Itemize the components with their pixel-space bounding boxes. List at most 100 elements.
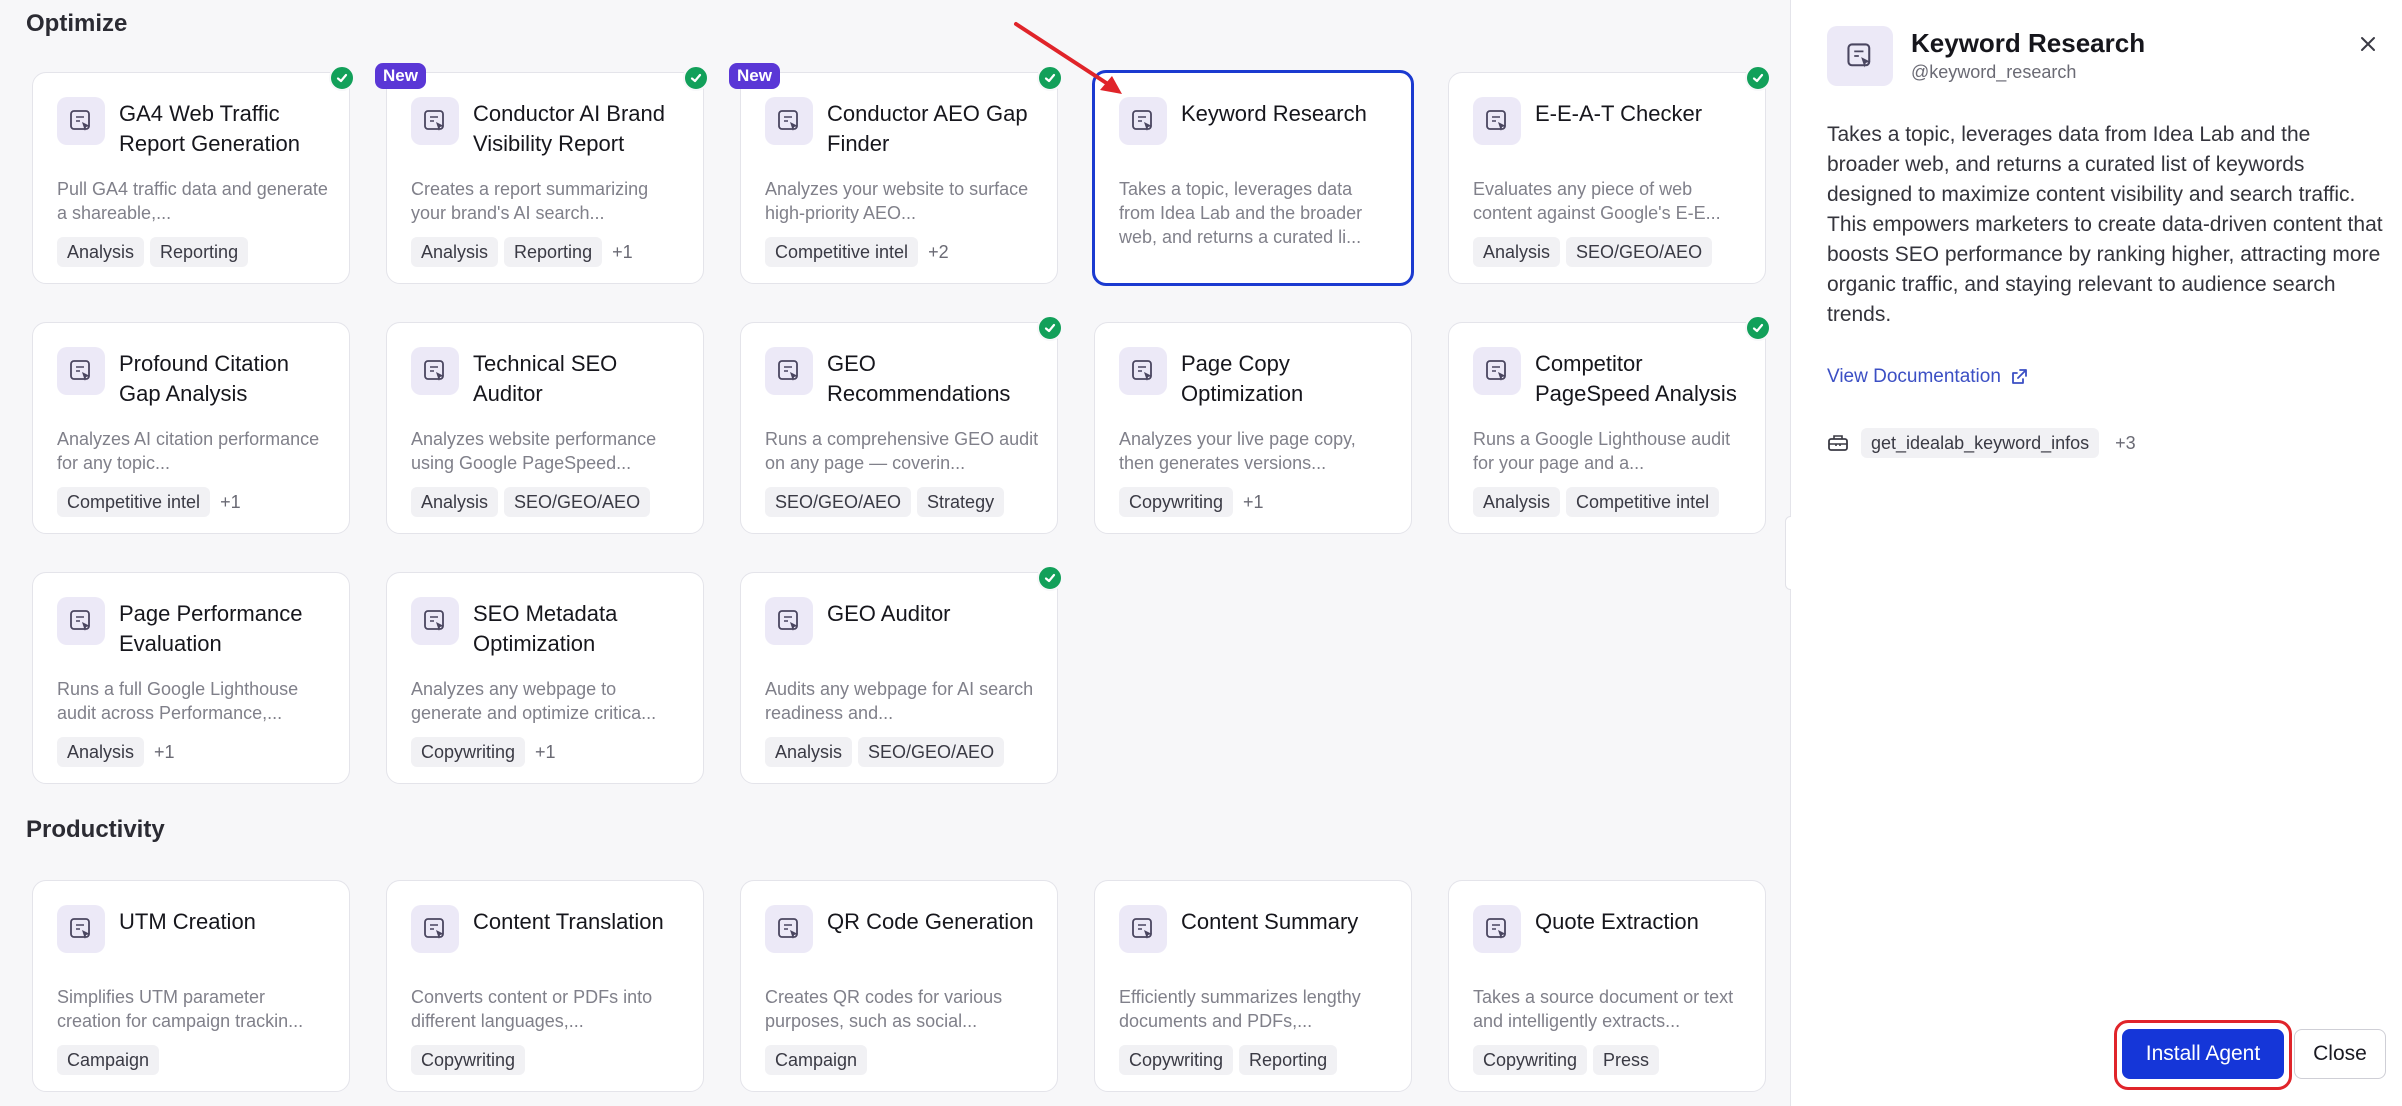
installed-check-icon bbox=[1745, 65, 1771, 91]
agent-detail-panel: Keyword Research @keyword_research Takes… bbox=[1791, 0, 2402, 1106]
agent-card-profound[interactable]: Profound Citation Gap Analysis Analyzes … bbox=[32, 322, 350, 534]
panel-title: Keyword Research bbox=[1911, 28, 2146, 58]
tag-more-count: +1 bbox=[1243, 491, 1264, 512]
agent-catalog: Optimize GA4 Web Traffic Report Generati… bbox=[0, 0, 1790, 1106]
new-badge: New bbox=[375, 63, 426, 89]
agent-tags: Analysis Reporting +1 bbox=[411, 237, 633, 267]
agent-card-ga4[interactable]: GA4 Web Traffic Report Generation Pull G… bbox=[32, 65, 355, 284]
agent-tags: Copywriting +1 bbox=[411, 737, 556, 767]
agent-card-page-performance[interactable]: Page Performance Evaluation Runs a full … bbox=[32, 572, 350, 784]
agent-tags: Analysis +1 bbox=[57, 737, 175, 767]
agent-tags: Copywriting +1 bbox=[1119, 487, 1264, 517]
tag: SEO/GEO/AEO bbox=[504, 487, 651, 517]
install-agent-button[interactable]: Install Agent bbox=[2122, 1029, 2284, 1079]
agent-description: Runs a comprehensive GEO audit on any pa… bbox=[765, 429, 1039, 473]
agent-title: Competitor PageSpeed Analysis bbox=[1535, 351, 1737, 406]
agent-icon bbox=[57, 97, 105, 145]
agent-description: Analyzes any webpage to generate and opt… bbox=[411, 679, 657, 723]
agent-title: Content Translation bbox=[473, 909, 664, 934]
agent-card-quote-extraction[interactable]: Quote Extraction Takes a source document… bbox=[1448, 880, 1766, 1092]
installed-check-icon bbox=[1745, 315, 1771, 341]
agent-title: GEO Auditor bbox=[827, 601, 951, 626]
agent-description: Takes a source document or text and inte… bbox=[1473, 987, 1734, 1031]
agent-title: Quote Extraction bbox=[1535, 909, 1699, 934]
tag: Strategy bbox=[917, 487, 1005, 517]
agent-tags: Analysis SEO/GEO/AEO bbox=[411, 487, 651, 517]
agent-description: Analyzes AI citation performance for any… bbox=[57, 429, 320, 473]
agent-card-qr-code[interactable]: QR Code Generation Creates QR codes for … bbox=[740, 880, 1058, 1092]
agent-icon bbox=[765, 905, 813, 953]
tag: Analysis bbox=[57, 237, 145, 267]
agent-icon bbox=[1473, 905, 1521, 953]
agent-description: Takes a topic, leverages data from Idea … bbox=[1119, 179, 1363, 247]
agent-tags: Campaign bbox=[765, 1045, 868, 1075]
tag: Copywriting bbox=[1119, 487, 1234, 517]
tag-more-count: +1 bbox=[154, 741, 175, 762]
agent-description: Creates QR codes for various purposes, s… bbox=[765, 987, 1003, 1031]
agent-description: Runs a Google Lighthouse audit for your … bbox=[1473, 429, 1731, 473]
agent-description: Analyzes your live page copy, then gener… bbox=[1119, 429, 1356, 473]
section-title-productivity: Productivity bbox=[26, 816, 165, 843]
agent-title: Page Copy Optimization bbox=[1181, 351, 1304, 406]
close-button[interactable]: Close bbox=[2294, 1029, 2386, 1079]
agent-icon bbox=[411, 97, 459, 145]
agent-icon bbox=[765, 97, 813, 145]
agent-card-utm[interactable]: UTM Creation Simplifies UTM parameter cr… bbox=[32, 880, 350, 1092]
tag: Analysis bbox=[411, 237, 499, 267]
tag: Copywriting bbox=[411, 1045, 526, 1075]
agent-card-technical-seo[interactable]: Technical SEO Auditor Analyzes website p… bbox=[386, 322, 704, 534]
tag: Press bbox=[1593, 1045, 1660, 1075]
agent-icon bbox=[1119, 905, 1167, 953]
tag: Competitive intel bbox=[1566, 487, 1720, 517]
agent-card-conductor-brand[interactable]: New Conductor AI Brand Visibility Report… bbox=[375, 63, 709, 284]
agent-icon bbox=[411, 597, 459, 645]
agent-card-geo-recommendations[interactable]: GEO Recommendations Runs a comprehensive… bbox=[740, 315, 1063, 534]
agent-card-content-translation[interactable]: Content Translation Converts content or … bbox=[386, 880, 704, 1092]
tag-more-count: +1 bbox=[535, 741, 556, 762]
agent-tags: SEO/GEO/AEO Strategy bbox=[765, 487, 1005, 517]
panel-tools: get_idealab_keyword_infos +3 bbox=[1827, 428, 2136, 458]
close-icon[interactable] bbox=[2354, 30, 2382, 58]
tag: Competitive intel bbox=[57, 487, 211, 517]
tag: Copywriting bbox=[1119, 1045, 1234, 1075]
agent-card-geo-auditor[interactable]: GEO Auditor Audits any webpage for AI se… bbox=[740, 565, 1063, 784]
agent-icon bbox=[411, 347, 459, 395]
tag: Analysis bbox=[57, 737, 145, 767]
tag-more-count: +1 bbox=[612, 241, 633, 262]
agent-title: QR Code Generation bbox=[827, 909, 1034, 934]
agent-title: Technical SEO Auditor bbox=[473, 351, 618, 406]
agent-description: Simplifies UTM parameter creation for ca… bbox=[57, 987, 304, 1031]
agent-title: Page Performance Evaluation bbox=[119, 601, 303, 656]
agent-icon bbox=[1119, 97, 1167, 145]
agent-icon bbox=[1473, 347, 1521, 395]
agent-title: E-E-A-T Checker bbox=[1535, 101, 1703, 126]
agent-icon bbox=[411, 905, 459, 953]
tag: Reporting bbox=[150, 237, 249, 267]
agent-title: GA4 Web Traffic Report Generation bbox=[119, 101, 300, 156]
agent-card-page-copy[interactable]: Page Copy Optimization Analyzes your liv… bbox=[1094, 322, 1412, 534]
agent-description: Runs a full Google Lighthouse audit acro… bbox=[57, 679, 299, 723]
agent-card-competitor-pagespeed[interactable]: Competitor PageSpeed Analysis Runs a Goo… bbox=[1448, 315, 1771, 534]
agent-card-content-summary[interactable]: Content Summary Efficiently summarizes l… bbox=[1094, 880, 1412, 1092]
view-documentation-link[interactable]: View Documentation bbox=[1827, 366, 2029, 388]
agent-title: GEO Recommendations bbox=[827, 351, 1011, 406]
agent-tags: Analysis Competitive intel bbox=[1473, 487, 1720, 517]
agent-icon bbox=[1473, 97, 1521, 145]
agent-card-eeat[interactable]: E-E-A-T Checker Evaluates any piece of w… bbox=[1448, 65, 1771, 284]
agent-tags: Competitive intel +1 bbox=[57, 487, 241, 517]
agent-card-seo-metadata[interactable]: SEO Metadata Optimization Analyzes any w… bbox=[386, 572, 704, 784]
annotation-arrow-icon bbox=[1014, 22, 1122, 94]
agent-tags: Analysis Reporting bbox=[57, 237, 249, 267]
agent-card-conductor-aeo[interactable]: New Conductor AEO Gap Finder Analyzes yo… bbox=[729, 63, 1063, 284]
tool-tag: get_idealab_keyword_infos bbox=[1861, 428, 2100, 458]
agent-card-keyword-research[interactable]: Keyword Research Takes a topic, leverage… bbox=[1092, 70, 1414, 286]
agent-tags: Copywriting bbox=[411, 1045, 526, 1075]
agent-icon bbox=[57, 347, 105, 395]
tag: Reporting bbox=[504, 237, 603, 267]
agent-description: Efficiently summarizes lengthy documents… bbox=[1119, 987, 1361, 1031]
agent-description: Creates a report summarizing your brand'… bbox=[411, 179, 649, 223]
agent-tags: Competitive intel +2 bbox=[765, 237, 949, 267]
agent-description: Audits any webpage for AI search readine… bbox=[765, 679, 1034, 723]
installed-check-icon bbox=[1037, 315, 1063, 341]
tag: SEO/GEO/AEO bbox=[765, 487, 912, 517]
